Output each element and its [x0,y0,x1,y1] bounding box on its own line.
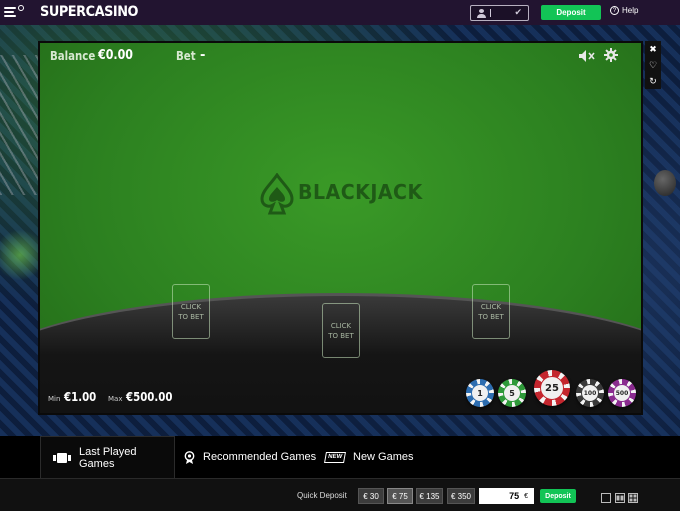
tab-label: New Games [353,451,414,463]
close-icon[interactable]: ✖ [645,41,661,57]
amount-button-350[interactable]: € 350 [447,488,475,504]
refresh-icon[interactable]: ↻ [645,73,661,89]
lamp-decoration [654,170,676,196]
check-icon: ✔ [514,7,522,17]
bet-spot-right[interactable]: CLICK TO BET [472,284,510,339]
quick-deposit-button[interactable]: Deposit [540,489,576,503]
tab-last-played[interactable]: Last Played Games [40,436,175,478]
chip-value: 5 [503,384,521,402]
min-bet: Min €1.00 [48,390,102,404]
game-window[interactable]: Balance €0.00 Bet - BLACKJACK CLICK TO B… [38,41,643,415]
help-label: Help [622,6,639,15]
site-logo[interactable]: SUPERCASINO [40,4,139,20]
side-controls: ✖ ♡ ↻ [645,41,661,89]
spade-icon [260,173,294,215]
bet-spot-left[interactable]: CLICK TO BET [172,284,210,339]
double-view-icon[interactable] [615,493,625,503]
amount-button-30[interactable]: € 30 [358,488,384,504]
game-tabs: Last Played Games Recommended Games NEW … [0,436,680,478]
amount-button-135[interactable]: € 135 [416,488,443,504]
quick-deposit-label: Quick Deposit [297,491,347,500]
heart-icon[interactable]: ♡ [645,57,661,73]
chip-value: 1 [471,384,489,402]
tab-recommended[interactable]: Recommended Games [184,436,316,478]
settings-gear-icon[interactable] [604,48,618,62]
tab-label: Recommended Games [203,451,317,463]
max-value: €500.00 [126,390,173,404]
blackjack-logo-text: BLACKJACK [298,180,423,204]
chip-25[interactable]: 25 [534,370,570,406]
truss-decoration [0,55,38,195]
balance-value: €0.00 [98,48,133,63]
currency-symbol: € [524,492,528,500]
user-value [490,9,491,17]
new-badge-icon: NEW [324,451,346,463]
single-view-icon[interactable] [601,493,611,503]
deposit-button[interactable]: Deposit [541,5,601,20]
new-badge: NEW [327,453,343,460]
deposit-amount-input[interactable]: 75 € [479,488,534,504]
tab-new-games[interactable]: NEW New Games [324,436,414,478]
blackjack-logo: BLACKJACK [260,173,430,217]
deposit-amount-value: 75 [509,491,520,501]
chip-value: 500 [613,384,631,402]
top-bar: SUPERCASINO ✔ Deposit ? Help [0,0,680,25]
min-value: €1.00 [64,390,97,404]
help-link[interactable]: ? Help [610,6,638,15]
user-icon [477,8,486,18]
chip-5[interactable]: 5 [498,379,526,407]
quad-view-icon[interactable] [628,493,638,503]
bet-spot-center[interactable]: CLICK TO BET [322,303,360,358]
bet-label: Bet [176,49,196,63]
chip-500[interactable]: 500 [608,379,636,407]
max-bet: Max €500.00 [108,390,181,404]
user-account-dropdown[interactable]: ✔ [470,5,529,21]
green-light-decoration [0,225,40,285]
balance-label: Balance [50,49,96,63]
tab-label: Last Played Games [79,445,137,470]
chip-1[interactable]: 1 [466,379,494,407]
chip-value: 25 [540,376,564,400]
question-icon: ? [610,6,619,15]
min-label: Min [48,395,61,403]
chip-100[interactable]: 100 [576,379,604,407]
mute-icon[interactable] [578,49,596,63]
chip-value: 100 [581,384,599,402]
medal-icon [184,450,195,464]
amount-button-75[interactable]: € 75 [387,488,413,504]
card-icon [53,452,71,463]
bet-value: - [200,48,206,63]
quick-deposit-bar: Quick Deposit € 30 € 75 € 135 € 350 75 €… [0,478,680,511]
menu-search-icon[interactable] [4,5,24,19]
max-label: Max [108,395,123,403]
